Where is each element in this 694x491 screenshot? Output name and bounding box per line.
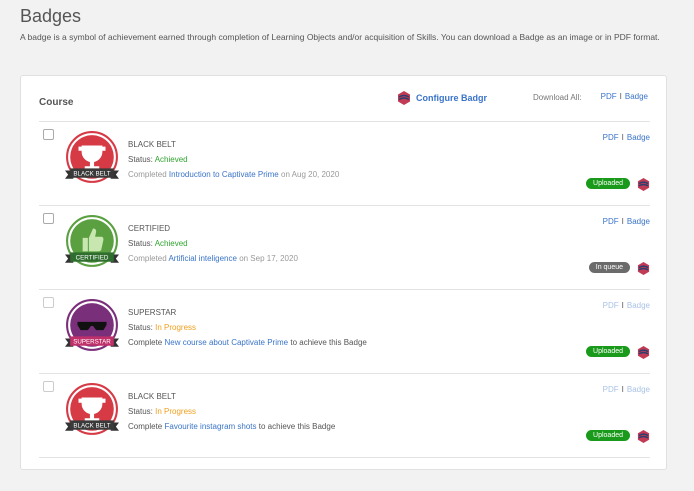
pdf-link[interactable]: PDF [603,301,619,310]
badge-row: CERTIFIED CERTIFIED Status: Achieved Com… [39,205,650,289]
pdf-link[interactable]: PDF [603,133,619,142]
course-heading: Course [39,97,74,108]
course-link[interactable]: Favourite instagram shots [164,422,256,431]
badge-ribbon-text: CERTIFIED [76,255,109,262]
download-all-links: PDF I Badge [600,92,648,101]
course-link[interactable]: Artificial inteligence [168,254,236,263]
completion-prefix: Complete [128,422,163,431]
download-links: PDF I Badge [602,217,650,226]
badge-checkbox[interactable] [43,213,54,224]
badgr-icon [398,91,410,105]
badge-info: CERTIFIED Status: Achieved Completed Art… [128,221,298,266]
badge-name: BLACK BELT [128,140,176,149]
badge-ribbon-text: BLACK BELT [73,423,110,430]
badgr-icon[interactable] [637,346,650,359]
pdf-link[interactable]: PDF [603,217,619,226]
download-links: PDF I Badge [602,133,650,142]
status-value: In Progress [155,323,197,332]
status-value: Achieved [154,239,188,248]
badge-info: SUPERSTAR Status: In Progress Complete N… [128,305,367,350]
completion-suffix: on Sep 17, 2020 [239,254,298,263]
badge-row: BLACK BELT BLACK BELT Status: Achieved C… [39,121,650,205]
badges-card: Course Configure Badgr Download All: PDF… [20,75,667,470]
page-description: A badge is a symbol of achievement earne… [20,32,660,42]
badge-name: BLACK BELT [128,392,176,401]
download-all-badge-link[interactable]: Badge [625,92,648,101]
badge-image: BLACK BELT [65,383,119,435]
badge-checkbox[interactable] [43,129,54,140]
badge-row: BLACK BELT BLACK BELT Status: In Progres… [39,373,650,457]
badge-row: SUPERSTAR SUPERSTAR Status: In Progress … [39,289,650,373]
completion-prefix: Completed [128,254,167,263]
badge-image: CERTIFIED [65,215,119,267]
download-all-pdf-link[interactable]: PDF [601,92,617,101]
download-links: PDF I Badge [602,301,650,310]
completion-prefix: Completed [128,170,167,179]
status-value: Achieved [154,155,188,164]
page-title: Badges [20,6,82,26]
download-all-label: Download All: [533,93,582,102]
completion-suffix: to achieve this Badge [258,422,336,431]
badge-link[interactable]: Badge [627,301,650,310]
badge-info: BLACK BELT Status: In Progress Complete … [128,389,335,434]
status-value: In Progress [155,407,197,416]
badge-name: SUPERSTAR [128,308,177,317]
download-links: PDF I Badge [602,385,650,394]
upload-status-badge: Uploaded [586,178,630,189]
status-label: Status: [128,239,153,248]
badge-name: CERTIFIED [128,224,171,233]
course-link[interactable]: Introduction to Captivate Prime [169,170,279,179]
status-label: Status: [128,323,153,332]
status-label: Status: [128,407,153,416]
upload-status-badge: Uploaded [586,346,630,357]
badge-link[interactable]: Badge [627,385,650,394]
badge-link[interactable]: Badge [627,133,650,142]
badgr-icon[interactable] [637,430,650,443]
course-link[interactable]: New course about Captivate Prime [164,338,288,347]
upload-status-badge: Uploaded [586,430,630,441]
completion-prefix: Complete [128,338,163,347]
badge-link[interactable]: Badge [627,217,650,226]
completion-suffix: on Aug 20, 2020 [281,170,340,179]
badge-checkbox[interactable] [43,297,54,308]
badge-info: BLACK BELT Status: Achieved Completed In… [128,137,339,182]
badgr-icon[interactable] [637,178,650,191]
pdf-link[interactable]: PDF [603,385,619,394]
status-label: Status: [128,155,153,164]
badgr-icon[interactable] [637,262,650,275]
badge-checkbox[interactable] [43,381,54,392]
configure-badgr-button[interactable]: Configure Badgr [397,91,487,105]
badge-ribbon-text: SUPERSTAR [73,339,111,346]
completion-suffix: to achieve this Badge [290,338,367,347]
upload-status-badge: In queue [588,262,630,273]
divider [39,457,650,458]
badge-ribbon-text: BLACK BELT [73,171,110,178]
badge-image: BLACK BELT [65,131,119,183]
badge-image: SUPERSTAR [65,299,119,351]
